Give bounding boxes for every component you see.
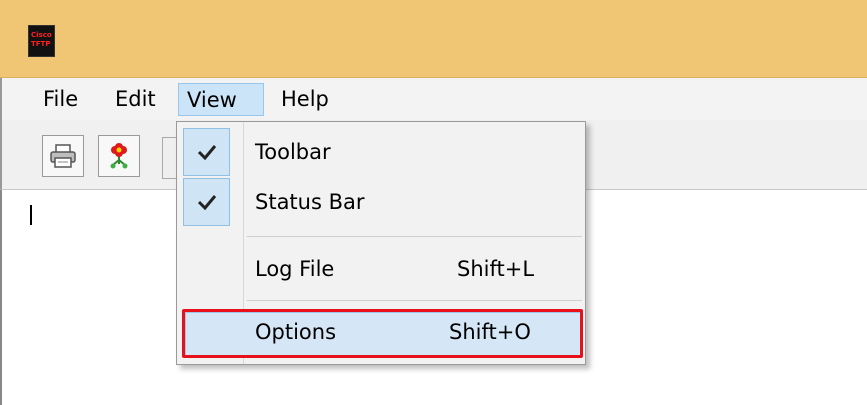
printer-icon <box>50 144 76 168</box>
text-cursor <box>30 205 32 225</box>
print-button[interactable] <box>42 135 84 177</box>
flower-button[interactable] <box>98 135 140 177</box>
options-callout-box <box>182 309 583 358</box>
menu-help[interactable]: Help <box>273 83 337 116</box>
cisco-tftp-app-icon[interactable]: Cisco TFTP <box>28 25 55 57</box>
menu-item-toolbar[interactable]: Toolbar <box>255 140 331 164</box>
app-icon-text-line1: Cisco <box>31 31 52 39</box>
log-file-shortcut: Shift+L <box>457 257 535 281</box>
menu-bar: File Edit View Help <box>0 78 867 120</box>
app-icon-text-line2: TFTP <box>31 40 51 48</box>
menu-item-status-bar[interactable]: Status Bar <box>255 190 365 214</box>
menu-separator <box>247 236 582 237</box>
menu-edit[interactable]: Edit <box>107 83 164 116</box>
menu-separator <box>247 300 582 301</box>
toolbar-check-icon <box>183 128 230 176</box>
menu-item-log-file[interactable]: Log File <box>255 257 334 281</box>
status-bar-check-icon <box>183 178 230 226</box>
title-bar: Cisco TFTP <box>0 0 867 78</box>
flower-icon <box>110 143 128 169</box>
menu-file[interactable]: File <box>35 83 86 116</box>
menu-view[interactable]: View <box>178 83 264 116</box>
